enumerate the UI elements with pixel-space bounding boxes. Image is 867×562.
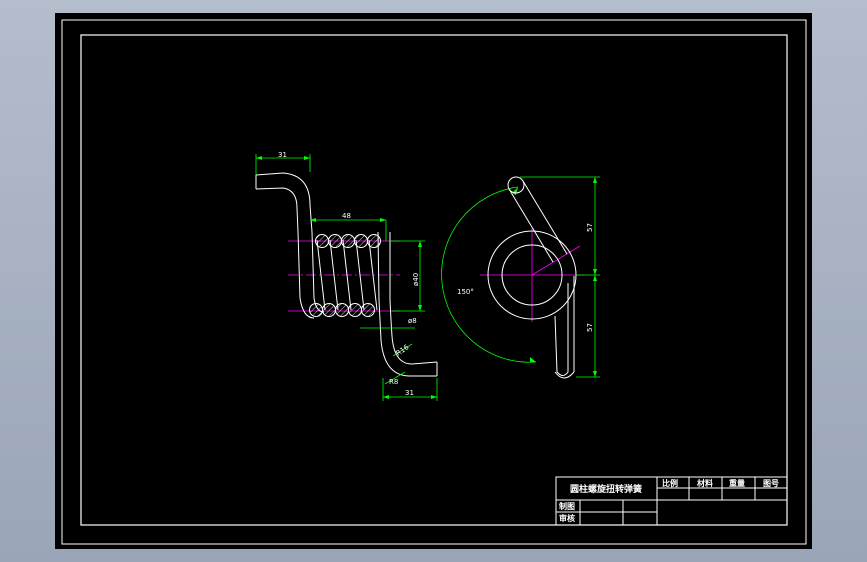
end-view: 150° 57 57	[441, 176, 600, 379]
dim-top-arm: 31	[278, 151, 287, 159]
header-material: 材料	[697, 478, 713, 488]
header-weight: 重量	[729, 478, 745, 488]
cad-viewport[interactable]: 31 48 ø40 ø8 R16 R8 31 150° 57 57 圆柱螺旋扭转…	[55, 13, 812, 549]
dim-bend-radius-2: R8	[389, 378, 398, 386]
outer-frame	[61, 19, 807, 545]
header-drawing-no: 图号	[763, 478, 779, 488]
row-checker: 审核	[559, 513, 575, 523]
cad-drawing: 31 48 ø40 ø8 R16 R8 31 150° 57 57 圆柱螺旋扭转…	[61, 19, 807, 545]
dim-bottom-arm: 31	[405, 389, 414, 397]
bottom-arm	[380, 335, 438, 377]
dim-bend-radius-1: R16	[395, 343, 411, 358]
top-arm	[255, 172, 313, 233]
end-centerlines	[480, 228, 585, 322]
dim-lower-leg: 57	[586, 323, 594, 332]
front-view: 31 48 ø40 ø8 R16 R8 31	[255, 151, 438, 401]
dim-coil-diameter: ø40	[412, 273, 420, 286]
front-arrowheads	[256, 156, 437, 399]
lower-leg	[554, 276, 575, 379]
dim-wire-diameter: ø8	[408, 317, 417, 325]
title-text: 圆柱螺旋扭转弹簧	[570, 483, 642, 495]
inner-frame	[80, 34, 788, 526]
dim-upper-leg: 57	[586, 223, 594, 232]
dim-leg-angle: 150°	[457, 288, 474, 296]
coil-lines	[297, 231, 393, 341]
row-drafter: 制图	[559, 501, 575, 511]
header-scale: 比例	[662, 478, 678, 488]
dim-coil-length: 48	[342, 212, 351, 220]
